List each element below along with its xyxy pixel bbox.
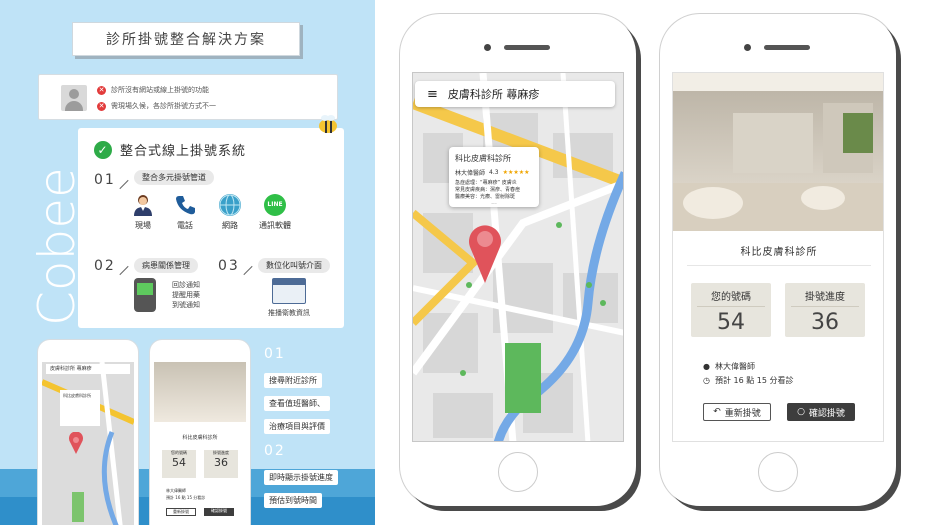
- problem-card: ✕ 診所沒有網站或線上掛號的功能 ✕ 需現場久候，各診所掛號方式不一: [38, 74, 338, 120]
- section-label: 數位化叫號介面: [258, 258, 330, 273]
- section-label: 病患關係管理: [134, 258, 198, 273]
- queue-display-icon: [272, 278, 306, 304]
- channel-phone: 電話: [168, 194, 202, 231]
- map-pin-icon[interactable]: [467, 221, 503, 283]
- map-search-bar[interactable]: ≡ 皮膚科診所 蕁麻疹: [415, 81, 615, 107]
- search-query[interactable]: 皮膚科診所 蕁麻疹: [448, 86, 540, 102]
- clinic-photo: [673, 73, 883, 233]
- mini-confirm-button[interactable]: 確認掛號: [204, 508, 234, 516]
- your-number: 54: [717, 310, 745, 335]
- mini-info-card: 科比皮膚科診所: [60, 390, 100, 426]
- problem-item: ✕ 需現場久候，各診所掛號方式不一: [97, 101, 216, 111]
- section-number: 01: [94, 172, 116, 188]
- bee-icon: [319, 115, 337, 133]
- mini-search-bar: 皮膚科診所 蕁麻疹: [46, 364, 130, 374]
- phone-camera: [484, 44, 491, 51]
- clinic-name: 科比皮膚科診所: [740, 247, 818, 258]
- confirm-button[interactable]: ○ 確認掛號: [787, 403, 855, 421]
- section-label: 整合多元掛號管道: [134, 170, 214, 185]
- channel-web: 網路: [213, 194, 247, 231]
- home-button[interactable]: [498, 452, 538, 492]
- clinic-info-card[interactable]: 科比皮膚科診所 林大偉醫師 4.3 ★★★★★ 急症處理：“蕁麻疹” 皮膚炎 常…: [449, 147, 539, 208]
- undo-icon: ↶: [713, 407, 721, 417]
- your-number-box: 您的號碼 54: [691, 283, 771, 337]
- channel-onsite: 現場: [126, 194, 160, 231]
- map-pin-icon: [69, 432, 83, 454]
- info-card-title: 科比皮膚科診所: [455, 154, 511, 163]
- mini-map: 皮膚科診所 蕁麻疹 科比皮膚科診所: [42, 362, 134, 525]
- section-number: 02: [94, 258, 116, 274]
- section-number: 03: [218, 258, 240, 274]
- feature-steps: 01 搜尋附近診所 查看值班醫師、 治療項目與評價 02 即時顯示掛號進度 預估…: [264, 346, 338, 511]
- phone-camera: [744, 44, 751, 51]
- solution-card: ✓ 整合式線上掛號系統 01 整合多元掛號管道 現場 電話 網路 LINE 通訊: [78, 128, 344, 328]
- progress-number-box: 掛號進度 36: [785, 283, 865, 337]
- home-button[interactable]: [758, 452, 798, 492]
- mini-clinic-screen: 科比皮膚科診所 您的號碼 54 掛號進度 36 林大偉醫師 預計 16 點 15 分…: [154, 362, 246, 525]
- brand-logo: Cobee: [28, 167, 86, 326]
- globe-icon: [219, 194, 241, 216]
- channel-messaging: LINE 通訊軟體: [258, 194, 292, 231]
- problem-item: ✕ 診所沒有網站或線上掛號的功能: [97, 85, 209, 95]
- phone-speaker: [764, 45, 810, 50]
- clock-icon: ◷: [703, 376, 710, 385]
- mini-phone-clinic: 科比皮膚科診所 您的號碼 54 掛號進度 36 林大偉醫師 預計 16 點 15 分…: [150, 340, 250, 525]
- x-circle-icon: ✕: [97, 85, 106, 95]
- menu-icon[interactable]: ≡: [427, 87, 438, 102]
- map-canvas[interactable]: [413, 73, 624, 442]
- doctor-row: ● 林大偉醫師: [703, 362, 755, 371]
- circle-icon: ○: [797, 407, 805, 417]
- mini-clinic-photo: [154, 362, 246, 422]
- page-title: 診所掛號整合解決方案: [72, 22, 300, 56]
- progress-number: 36: [811, 310, 839, 335]
- star-rating-icon: ★★★★★: [502, 169, 530, 176]
- doctor-icon: ●: [703, 362, 710, 371]
- phone-speaker: [504, 45, 550, 50]
- map-screen[interactable]: ≡ 皮膚科診所 蕁麻疹 科比皮膚科診所 林大偉醫師 4.3 ★★★★★ 急症處理…: [412, 72, 624, 442]
- phone-icon: [174, 194, 196, 216]
- phone-map: ≡ 皮膚科診所 蕁麻疹 科比皮膚科診所 林大偉醫師 4.3 ★★★★★ 急症處理…: [400, 14, 636, 506]
- check-circle-icon: ✓: [94, 140, 112, 159]
- phone-notify-icon: [134, 278, 156, 312]
- x-circle-icon: ✕: [97, 101, 106, 111]
- rebook-button[interactable]: ↶ 重新掛號: [703, 403, 771, 421]
- crm-lines: 回診通知 提醒用藥 到號通知: [172, 281, 200, 309]
- phone-clinic: 科比皮膚科診所 您的號碼 54 掛號進度 36 ● 林大偉醫師 ◷ 預計 16 …: [660, 14, 896, 506]
- eta-row: ◷ 預計 16 點 15 分看診: [703, 376, 794, 385]
- clinic-panel: 科比皮膚科診所 您的號碼 54 掛號進度 36 ● 林大偉醫師 ◷ 預計 16 …: [673, 231, 883, 441]
- infographic-panel: 診所掛號整合解決方案 ✕ 診所沒有網站或線上掛號的功能 ✕ 需現場久候，各診所掛…: [0, 0, 375, 525]
- line-icon: LINE: [264, 194, 286, 216]
- person-icon: [132, 194, 154, 216]
- avatar: [61, 85, 87, 111]
- more-dots: ···: [491, 201, 497, 208]
- info-card-rating: 林大偉醫師 4.3 ★★★★★: [455, 169, 530, 177]
- mini-phone-map: 皮膚科診所 蕁麻疹 科比皮膚科診所: [38, 340, 138, 525]
- clinic-screen: 科比皮膚科診所 您的號碼 54 掛號進度 36 ● 林大偉醫師 ◷ 預計 16 …: [672, 72, 884, 442]
- mini-rebook-button[interactable]: 重新掛號: [166, 508, 196, 516]
- solution-heading: ✓ 整合式線上掛號系統: [94, 140, 246, 159]
